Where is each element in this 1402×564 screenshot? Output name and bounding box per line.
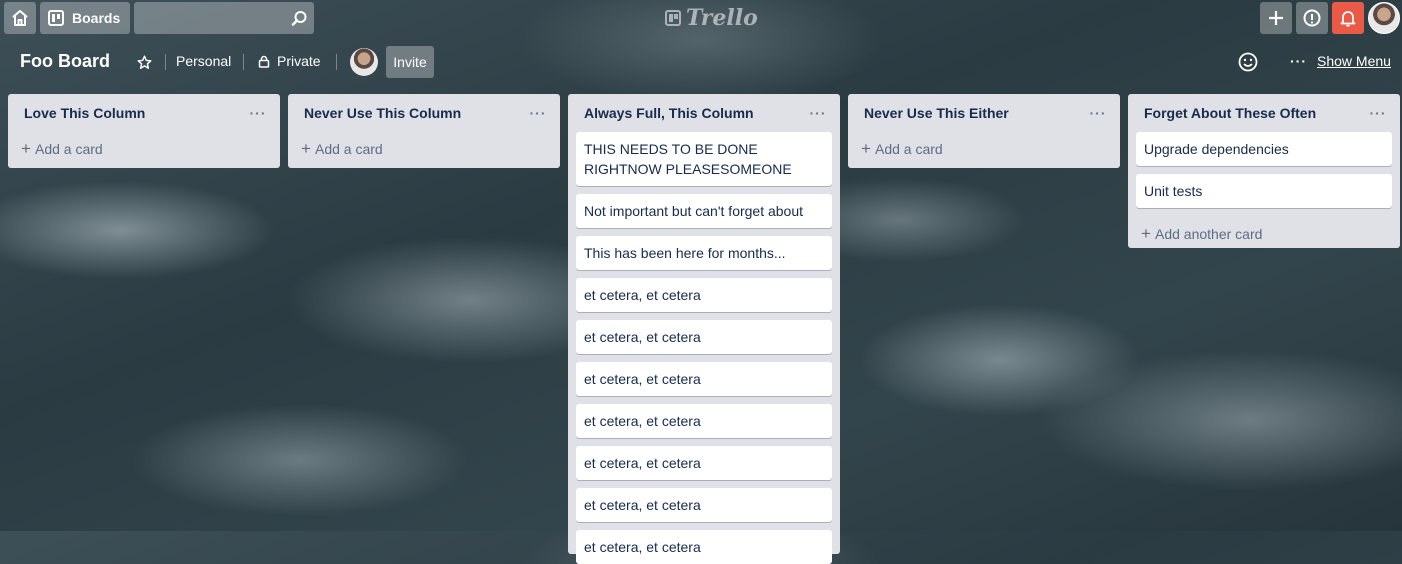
butler-button[interactable]	[1237, 51, 1259, 73]
plus-icon: +	[861, 139, 871, 158]
list-title[interactable]: Always Full, This Column	[584, 105, 754, 121]
board-name[interactable]: Foo Board	[20, 51, 110, 72]
member-avatar[interactable]	[1368, 2, 1400, 34]
plus-icon: +	[1141, 224, 1151, 243]
divider	[243, 54, 244, 70]
card[interactable]: et cetera, et cetera	[576, 362, 832, 396]
more-icon[interactable]: ···	[246, 105, 270, 121]
more-icon[interactable]: ···	[806, 105, 830, 121]
trello-logo-icon	[665, 10, 681, 26]
add-card-button[interactable]: + Add another card	[1136, 216, 1392, 252]
boards-button[interactable]: Boards	[40, 2, 130, 34]
list: Love This Column ··· + Add a card	[8, 94, 280, 168]
card[interactable]: Not important but can't forget about	[576, 194, 832, 228]
add-card-button[interactable]: + Add a card	[16, 131, 272, 167]
list-title[interactable]: Love This Column	[24, 105, 145, 121]
card[interactable]: et cetera, et cetera	[576, 488, 832, 522]
list-header[interactable]: Forget About These Often ···	[1136, 94, 1392, 132]
plus-icon	[1269, 11, 1283, 25]
list: Never Use This Either ··· + Add a card	[848, 94, 1120, 168]
lock-icon	[258, 55, 270, 68]
card[interactable]: Unit tests	[1136, 174, 1392, 208]
list-header[interactable]: Never Use This Either ···	[856, 94, 1112, 132]
show-menu-label: Show Menu	[1317, 53, 1391, 69]
team-button[interactable]: Personal	[176, 53, 231, 69]
card[interactable]: et cetera, et cetera	[576, 404, 832, 438]
invite-button[interactable]: Invite	[386, 46, 434, 78]
star-button[interactable]	[134, 52, 154, 72]
list-header[interactable]: Always Full, This Column ···	[576, 94, 832, 132]
list-header[interactable]: Never Use This Column ···	[296, 94, 552, 132]
boards-label: Boards	[72, 10, 121, 26]
plus-icon: +	[301, 139, 311, 158]
card[interactable]: et cetera, et cetera	[576, 446, 832, 480]
add-card-label: Add a card	[315, 141, 383, 157]
info-button[interactable]	[1296, 2, 1328, 34]
more-icon[interactable]: ···	[1366, 105, 1390, 121]
search-input[interactable]	[134, 2, 314, 34]
list-title[interactable]: Never Use This Column	[304, 105, 461, 121]
info-icon	[1303, 9, 1321, 27]
card[interactable]: This has been here for months...	[576, 236, 832, 270]
boards-icon	[48, 10, 64, 26]
divider	[165, 54, 166, 70]
list: Always Full, This Column ··· THIS NEEDS …	[568, 94, 840, 564]
card[interactable]: THIS NEEDS TO BE DONE RIGHTNOW PLEASESOM…	[576, 132, 832, 186]
bell-icon	[1340, 11, 1356, 27]
card[interactable]: et cetera, et cetera	[576, 278, 832, 312]
more-icon: ···	[1290, 53, 1307, 69]
card[interactable]: et cetera, et cetera	[576, 530, 832, 564]
add-card-button[interactable]: + Add a card	[856, 131, 1112, 167]
trello-logo[interactable]: Trello	[665, 5, 758, 31]
home-button[interactable]	[4, 2, 36, 34]
card[interactable]: et cetera, et cetera	[576, 320, 832, 354]
add-card-button[interactable]: + Add a card	[296, 131, 552, 167]
notifications-button[interactable]	[1332, 2, 1364, 34]
card[interactable]: Upgrade dependencies	[1136, 132, 1392, 166]
board-header: Foo Board Personal Private Invite ··· Sh…	[0, 44, 1402, 80]
list-header[interactable]: Love This Column ···	[16, 94, 272, 132]
home-icon	[12, 10, 28, 26]
add-card-label: Add another card	[1155, 226, 1263, 242]
star-icon	[137, 55, 151, 69]
logo-text: Trello	[686, 5, 758, 31]
board-member-avatar[interactable]	[350, 48, 378, 76]
top-nav: Boards Trello	[0, 0, 1402, 36]
more-icon[interactable]: ···	[1086, 105, 1110, 121]
add-card-label: Add a card	[875, 141, 943, 157]
add-card-label: Add a card	[35, 141, 103, 157]
visibility-button[interactable]: Private	[258, 53, 321, 69]
list-title[interactable]: Never Use This Either	[864, 105, 1009, 121]
visibility-label: Private	[277, 53, 321, 69]
divider	[336, 54, 337, 70]
list: Forget About These Often ··· Upgrade dep…	[1128, 94, 1400, 248]
search-icon	[291, 11, 307, 26]
plus-icon: +	[21, 139, 31, 158]
show-menu-button[interactable]: ··· Show Menu	[1290, 53, 1391, 69]
list-title[interactable]: Forget About These Often	[1144, 105, 1316, 121]
create-button[interactable]	[1260, 2, 1292, 34]
smiley-icon	[1238, 52, 1258, 72]
more-icon[interactable]: ···	[526, 105, 550, 121]
list: Never Use This Column ··· + Add a card	[288, 94, 560, 168]
